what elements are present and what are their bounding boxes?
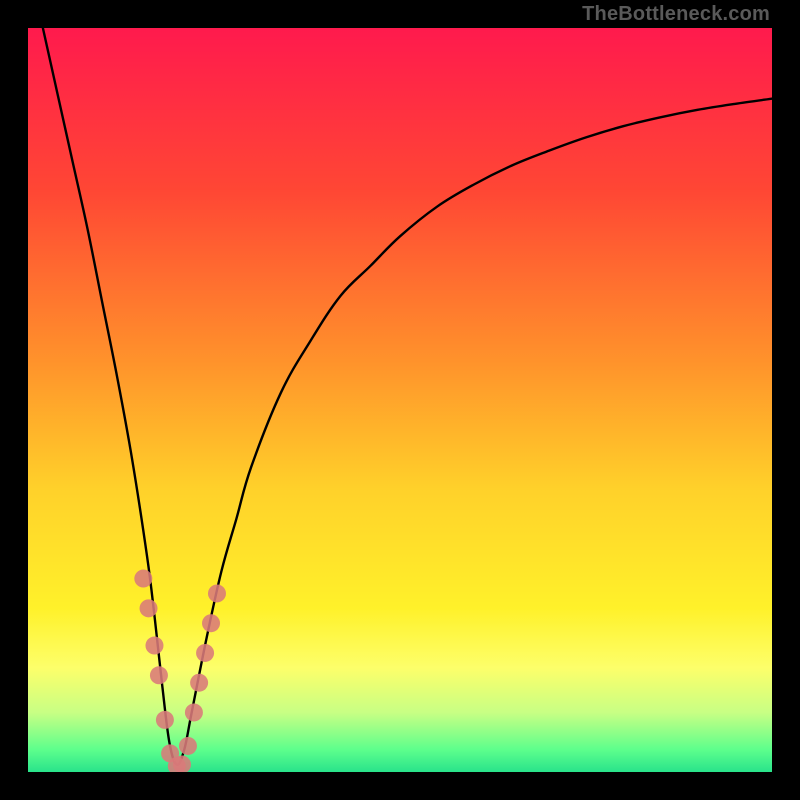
- marker-dot: [134, 570, 152, 588]
- marker-dot: [202, 614, 220, 632]
- marker-dot: [145, 637, 163, 655]
- watermark-text: TheBottleneck.com: [582, 4, 770, 24]
- marker-dot: [196, 644, 214, 662]
- marker-dot: [185, 703, 203, 721]
- marker-dot: [140, 599, 158, 617]
- marker-dot: [190, 674, 208, 692]
- curve-layer: [28, 28, 772, 772]
- plot-area: [28, 28, 772, 772]
- marker-dot: [156, 711, 174, 729]
- marker-dot: [150, 666, 168, 684]
- chart-frame: TheBottleneck.com: [0, 0, 800, 800]
- marker-dot: [208, 584, 226, 602]
- highlight-dots: [134, 570, 226, 772]
- marker-dot: [179, 737, 197, 755]
